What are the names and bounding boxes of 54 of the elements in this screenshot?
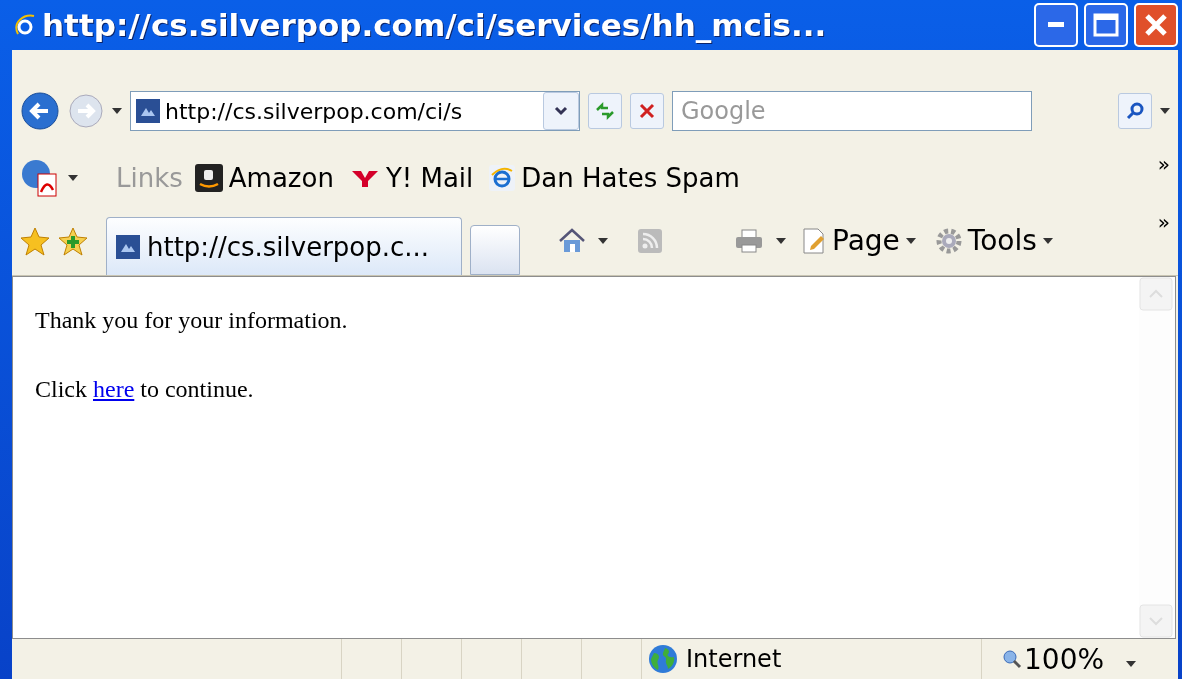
zoom-level[interactable]: 100%: [1024, 642, 1105, 676]
caret-icon[interactable]: [1126, 661, 1136, 667]
menu-button[interactable]: Page: [798, 224, 920, 257]
home-icon[interactable]: [558, 227, 586, 254]
link-button[interactable]: Amazon: [190, 163, 338, 193]
amazon-icon: [194, 164, 223, 192]
caret-icon[interactable]: [1160, 108, 1170, 114]
page-icon: [135, 98, 161, 124]
back-button[interactable]: [20, 91, 60, 131]
paragraph: Thank you for your information.: [35, 307, 349, 334]
add-favorite-icon[interactable]: [58, 225, 88, 256]
globe-icon: [648, 644, 678, 674]
more-chevron[interactable]: »: [1157, 210, 1170, 234]
refresh-icon: [594, 101, 616, 121]
link-button[interactable]: Dan Hates Spam: [485, 163, 744, 193]
more-chevron[interactable]: »: [1157, 152, 1170, 176]
refresh-button[interactable]: [588, 93, 622, 129]
maximize-icon: [1093, 13, 1119, 37]
gear-icon: [935, 227, 962, 254]
zone-label: Internet: [686, 645, 782, 673]
links-label: Links: [116, 163, 183, 193]
search-icon: [1125, 101, 1145, 121]
close-icon: [1143, 12, 1169, 38]
maximize-button[interactable]: [1084, 3, 1128, 47]
browser-tab[interactable]: http://cs.silverpop.c...: [106, 217, 462, 275]
caret-icon[interactable]: [68, 175, 78, 181]
paragraph: Click here to continue.: [35, 376, 255, 403]
window-title: http://cs.silverpop.com/ci/services/hh_mcis...: [42, 7, 828, 43]
minimize-button[interactable]: [1034, 3, 1078, 47]
page-icon: [115, 233, 141, 260]
link-button[interactable]: Y! Mail: [345, 163, 478, 193]
caret-icon[interactable]: [905, 237, 916, 244]
pdf-icon[interactable]: [20, 158, 60, 198]
ie-icon: [489, 165, 516, 191]
menu-button[interactable]: Tools: [931, 224, 1057, 257]
close-button[interactable]: [1134, 3, 1178, 47]
address-field[interactable]: http://cs.silverpop.com/ci/s: [130, 91, 580, 131]
chevron-icon: [554, 106, 568, 116]
stop-icon: [638, 102, 656, 120]
caret-icon[interactable]: [1042, 237, 1053, 244]
minimize-icon: [1048, 22, 1064, 28]
address-text: http://cs.silverpop.com/ci/s: [165, 98, 464, 124]
caret-icon[interactable]: [776, 237, 786, 244]
page-icon: [802, 227, 826, 254]
stop-button[interactable]: [630, 93, 664, 129]
star-icon[interactable]: [20, 225, 50, 256]
continue-link[interactable]: here: [93, 376, 135, 402]
search-button[interactable]: [1118, 93, 1152, 129]
zoom-icon[interactable]: [1002, 649, 1022, 669]
search-field[interactable]: Google: [672, 91, 1032, 131]
caret-icon[interactable]: [112, 108, 122, 114]
dropdown-button[interactable]: [543, 92, 579, 130]
caret-icon[interactable]: [598, 237, 608, 244]
printer-icon[interactable]: [734, 227, 764, 254]
